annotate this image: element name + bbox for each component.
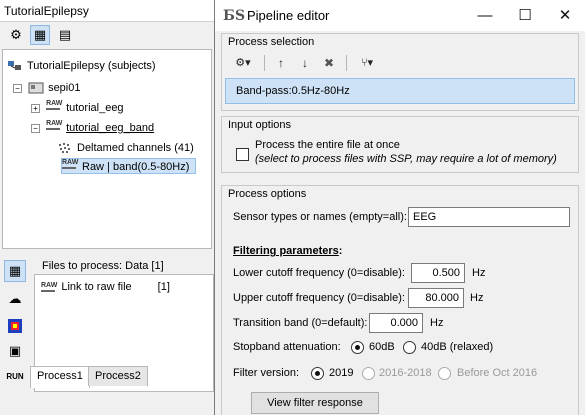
version-before-oct-2016-label: Before Oct 2016 (457, 367, 538, 379)
process-panel: ▦ ☁ ▣ RUN Files to process: Data [1] RAW… (0, 252, 214, 415)
cortex-icon[interactable] (4, 314, 26, 336)
transition-band-unit: Hz (430, 317, 444, 329)
transition-band-input[interactable]: 0.000 (369, 313, 423, 333)
data-icon[interactable]: ▦ (4, 260, 26, 282)
delete-icon[interactable]: ✖ (318, 52, 340, 74)
process-selection-label: Process selection (228, 36, 315, 48)
tab-process2[interactable]: Process2 (88, 366, 148, 386)
tree-folder-eeg-label: tutorial_eeg (66, 102, 124, 114)
tree-subject-label: sepi01 (48, 82, 81, 94)
move-up-icon[interactable]: ↑ (270, 52, 292, 74)
file-item-count: [1] (157, 281, 170, 293)
lower-cutoff-input[interactable]: 0.500 (411, 263, 465, 283)
stopband-label: Stopband attenuation: (233, 341, 341, 353)
file-item[interactable]: RAW Link to raw file [1] (41, 281, 170, 293)
version-before-oct-2016-radio[interactable] (438, 367, 451, 380)
gear-dropdown-icon[interactable]: ⚙▾ (228, 52, 258, 74)
functional-view-icon[interactable]: ⚙ (6, 25, 26, 45)
tree-root[interactable]: TutorialEpilepsy (subjects) (7, 58, 156, 74)
pipeline-dropdown-icon[interactable]: ⑂▾ (352, 52, 382, 74)
process-options-label: Process options (228, 188, 307, 200)
anatomy-view-icon[interactable]: ▤ (55, 25, 75, 45)
data-view-icon[interactable]: ▦ (30, 25, 50, 45)
pipeline-editor-dialog: БS Pipeline editor — ☐ ✕ Process selecti… (214, 0, 585, 415)
file-item-label: Link to raw file (61, 281, 132, 293)
main-window-title: TutorialEpilepsy (4, 4, 89, 18)
tree-folder-eeg[interactable]: + RAW tutorial_eeg (31, 100, 124, 116)
stopband-60db-label: 60dB (369, 341, 395, 353)
input-options-label: Input options (228, 119, 291, 131)
sources-icon[interactable]: ▣ (4, 340, 26, 362)
run-icon[interactable]: RUN (4, 366, 26, 388)
toolbar-divider (346, 55, 347, 71)
side-toolbar: ▦ ☁ ▣ RUN (2, 256, 30, 386)
process-selection-group: Process selection ⚙▾ ↑ ↓ ✖ ⑂▾ Band-pass:… (221, 33, 579, 111)
tree-root-label: TutorialEpilepsy (subjects) (27, 60, 156, 72)
tree-channel-file[interactable]: Deltamed channels (41) (57, 140, 194, 156)
sensor-types-input[interactable]: EEG (408, 207, 570, 227)
collapse-icon[interactable]: − (31, 123, 40, 133)
toolbar-divider (264, 55, 265, 71)
raw-folder-icon: RAW (46, 100, 62, 115)
upper-cutoff-unit: Hz (470, 292, 484, 304)
version-2016-2018-radio[interactable] (362, 367, 375, 380)
database-icon (7, 59, 23, 73)
maximize-button[interactable]: ☐ (505, 0, 545, 31)
raw-file-icon: RAW (41, 282, 57, 292)
dialog-titlebar: БS Pipeline editor — ☐ ✕ (215, 0, 585, 31)
tree-raw-file-label: Raw | band(0.5-80Hz) (82, 161, 190, 173)
lower-cutoff-unit: Hz (472, 267, 486, 279)
input-options-group: Input options Process the entire file at… (221, 116, 579, 173)
brain-icon[interactable]: ☁ (4, 288, 26, 310)
process-list-item[interactable]: Band-pass:0.5Hz-80Hz (225, 78, 575, 104)
raw-folder-icon: RAW (46, 120, 62, 135)
stopband-40db-label: 40dB (relaxed) (421, 341, 494, 353)
process-entire-file-checkbox[interactable] (236, 148, 249, 161)
channel-icon (57, 141, 73, 155)
main-window: TutorialEpilepsy ⚙ ▦ ▤ TutorialEpilepsy … (0, 0, 214, 415)
upper-cutoff-label: Upper cutoff frequency (0=disable): (233, 292, 405, 304)
process-entire-file-hint: (select to process files with SSP, may r… (255, 153, 557, 165)
dialog-title: Pipeline editor (247, 8, 330, 23)
minimize-button[interactable]: — (465, 0, 505, 31)
main-window-titlebar: TutorialEpilepsy (0, 0, 214, 22)
stopband-60db-radio[interactable] (351, 341, 364, 354)
raw-file-icon: RAW (62, 159, 78, 174)
close-button[interactable]: ✕ (545, 0, 585, 31)
brainstorm-logo-icon: БS (223, 8, 246, 24)
subject-icon (28, 81, 44, 95)
upper-cutoff-input[interactable]: 80.000 (408, 288, 464, 308)
lower-cutoff-label: Lower cutoff frequency (0=disable): (233, 267, 405, 279)
process-entire-file-label: Process the entire file at once (255, 139, 400, 151)
stopband-40db-radio[interactable] (403, 341, 416, 354)
sensor-types-label: Sensor types or names (empty=all): (233, 211, 407, 223)
tree-folder-eeg-band-label: tutorial_eeg_band (66, 122, 155, 134)
tree-channel-file-label: Deltamed channels (41) (77, 142, 194, 154)
tree-subject[interactable]: − sepi01 (13, 80, 80, 96)
files-to-process-label: Files to process: Data [1] (42, 260, 164, 272)
process-options-group: Process options Sensor types or names (e… (221, 185, 579, 415)
transition-band-label: Transition band (0=default): (233, 317, 368, 329)
expand-icon[interactable]: + (31, 103, 40, 113)
main-toolbar: ⚙ ▦ ▤ (0, 22, 214, 48)
collapse-icon[interactable]: − (13, 83, 22, 93)
tree-raw-file[interactable]: RAW Raw | band(0.5-80Hz) (61, 158, 197, 174)
view-filter-response-button[interactable]: View filter response (251, 392, 379, 414)
tab-process1[interactable]: Process1 (30, 366, 90, 388)
filtering-parameters-title: Filtering parameters: (233, 245, 343, 257)
version-2019-label: 2019 (329, 367, 354, 379)
move-down-icon[interactable]: ↓ (294, 52, 316, 74)
database-tree: TutorialEpilepsy (subjects) − sepi01 + R… (2, 49, 212, 249)
version-2016-2018-label: 2016-2018 (379, 367, 432, 379)
filter-version-label: Filter version: (233, 367, 300, 379)
version-2019-radio[interactable] (311, 367, 324, 380)
process-toolbar: ⚙▾ ↑ ↓ ✖ ⑂▾ (222, 52, 578, 74)
process-list-item-label: Band-pass:0.5Hz-80Hz (236, 85, 350, 97)
tree-folder-eeg-band[interactable]: − RAW tutorial_eeg_band (31, 120, 154, 136)
